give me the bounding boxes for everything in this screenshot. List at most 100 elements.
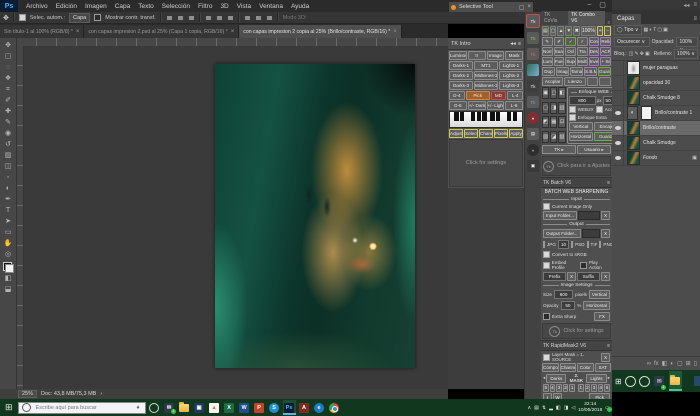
tbtn-lights-1[interactable]: Lights-1 (499, 61, 523, 70)
layer-name[interactable]: opacidad 30 (643, 80, 670, 86)
adobe-app-icon[interactable]: A (298, 400, 311, 415)
mgi--[interactable]: ▣ (542, 87, 549, 99)
layer-row[interactable]: opacidad 30 (612, 76, 700, 91)
num-4[interactable]: 4 (598, 384, 604, 392)
layer-mask-checkbox[interactable] (543, 354, 550, 361)
invertir-button[interactable]: Invertir (589, 57, 600, 66)
square-module-icon[interactable]: ▣ (527, 160, 539, 172)
document-tab[interactable]: con capas impresion 2.psd al 25% (Capa 1… (84, 25, 239, 38)
panel-menu-icon[interactable]: ≡ (605, 20, 612, 25)
fill-dropdown[interactable]: 100% ∨ (674, 49, 698, 59)
restore-icon[interactable]: ▢ (519, 4, 525, 11)
edge-icon[interactable]: e (313, 400, 326, 415)
selective-tool-module-icon[interactable]: Tk (526, 14, 540, 28)
num-1[interactable]: 1 (578, 384, 584, 392)
visibility-toggle[interactable] (612, 151, 624, 165)
distribute-v-icon[interactable] (256, 16, 261, 20)
marquee-tool-icon[interactable]: ▢ (5, 51, 12, 62)
tray-icon[interactable]: ▂ (549, 405, 553, 411)
word-icon[interactable]: W (238, 400, 251, 415)
open-folder-icon[interactable]: ▤ (542, 26, 549, 36)
intro-settings-area[interactable]: Click for settings (449, 139, 523, 187)
contorn-button[interactable]: Contorn (589, 37, 600, 46)
tk-module-icon[interactable]: Tk (527, 96, 539, 108)
vertical-button[interactable]: Vertical (569, 122, 594, 131)
arrow-up-icon[interactable]: ▲ (557, 26, 564, 36)
tbtn-mt1[interactable]: MT1 (474, 61, 498, 70)
menu-item-ayuda[interactable]: Ayuda (287, 3, 313, 10)
num-5[interactable]: 5 (543, 384, 549, 392)
partial-app-icon[interactable] (692, 371, 700, 391)
lpico--[interactable]: ▢ (677, 360, 683, 367)
trama-button[interactable]: Tra (577, 47, 588, 56)
zoom-100-button[interactable]: 100% (581, 26, 596, 36)
start-button[interactable]: ⊞ (615, 377, 622, 386)
mgi--[interactable]: ▦ (550, 116, 557, 128)
acr-button[interactable]: ACR (600, 47, 611, 56)
brush-tool-icon[interactable]: ✎ (5, 117, 11, 128)
tbtn-mask[interactable]: Mask (505, 51, 523, 60)
layer-name[interactable]: Brillo/contraste (643, 125, 676, 131)
tbtn-darks-3[interactable]: Darks-3 (449, 81, 473, 90)
clear-input-button[interactable]: X (601, 211, 610, 220)
panel-menu-icon[interactable]: ≡ (693, 2, 697, 8)
mail-app-icon[interactable]: ✉1 (163, 400, 176, 415)
super-button[interactable]: Super (565, 57, 576, 66)
visibility-toggle[interactable] (612, 121, 624, 135)
collapse-icon[interactable]: ◂◂ (683, 2, 689, 9)
layer-thumbnail[interactable] (627, 76, 640, 90)
move-tool-icon[interactable]: ✥ (3, 14, 9, 22)
tbtn-color[interactable]: Color (577, 363, 594, 372)
blend-mode-dropdown[interactable]: Oscurecer ∨ (614, 37, 650, 47)
tbtn-ii[interactable]: II (468, 51, 486, 60)
auto-select-checkbox[interactable] (19, 14, 26, 21)
png-checkbox[interactable] (599, 241, 601, 248)
tab-tk-combo[interactable]: TK Combo V6 (568, 11, 605, 25)
close-icon[interactable]: × (393, 29, 397, 35)
mgi--[interactable]: ◩ (542, 116, 549, 128)
num-5[interactable]: 5 (604, 384, 610, 392)
tray-icon[interactable]: ◁ (571, 405, 575, 411)
new-doc-icon[interactable]: ▢ (550, 26, 557, 36)
menu-item-texto[interactable]: Texto (134, 3, 158, 10)
skype-icon[interactable]: S (268, 400, 281, 415)
file-explorer-icon[interactable] (669, 371, 682, 391)
distribute-h-icon[interactable] (245, 16, 250, 20)
lpico--[interactable]: ▯ (694, 360, 697, 367)
cross-icon[interactable]: ✗ (577, 37, 588, 46)
mgi--[interactable]: ▧ (542, 131, 549, 143)
tk-intro-tab[interactable]: TK Intro ◂◂ ≡ (448, 38, 524, 50)
num-4[interactable]: 4 (550, 384, 556, 392)
tbtn-usuario-[interactable]: Usuario ▸ (577, 145, 611, 154)
color-swatches[interactable] (3, 262, 14, 273)
powerpoint-icon[interactable]: P (253, 400, 266, 415)
num-1[interactable]: 1 (569, 384, 575, 392)
image-module-icon[interactable] (527, 64, 539, 76)
auto-select-dropdown[interactable]: Capa (69, 13, 90, 23)
excel-icon[interactable]: X (223, 400, 236, 415)
tbtn-darks-2[interactable]: Darks-2 (449, 71, 473, 80)
layer-thumbnail[interactable] (627, 151, 640, 165)
search-input[interactable] (34, 404, 134, 412)
batch-settings-area[interactable]: Tk Click for settings (542, 323, 611, 339)
filter-kind-icons[interactable]: ▦◐T▢▣ (644, 27, 669, 33)
tray-icon[interactable]: ∧ (527, 405, 531, 411)
show-transform-checkbox[interactable] (94, 14, 101, 21)
mic-icon[interactable]: ♦ (137, 405, 140, 411)
batch-vertical-button[interactable]: Vertical (589, 290, 610, 299)
align-right-icon[interactable] (189, 16, 194, 20)
blur-tool-icon[interactable]: ◦ (7, 172, 9, 183)
tk-module-icon[interactable]: Tk (527, 32, 539, 44)
lpico-fx[interactable]: fx (654, 361, 659, 367)
relleno-button[interactable]: Relle (600, 37, 611, 46)
combo-settings-area[interactable]: Tk Click para ir a Ajustes (542, 156, 611, 176)
lock-icons[interactable]: ◫✎✥▣ (629, 51, 651, 57)
acople-checkbox[interactable] (596, 106, 603, 113)
mail-app-icon[interactable]: ✉1 (653, 371, 666, 391)
zoom-out-button[interactable]: − (604, 26, 611, 36)
hand-tool-icon[interactable]: ✋ (4, 238, 13, 249)
brush-white-icon[interactable]: ✐ (554, 37, 565, 46)
convert-srgb-checkbox[interactable] (543, 251, 550, 258)
close-icon[interactable]: × (76, 29, 80, 35)
canvas-area[interactable] (17, 46, 448, 389)
